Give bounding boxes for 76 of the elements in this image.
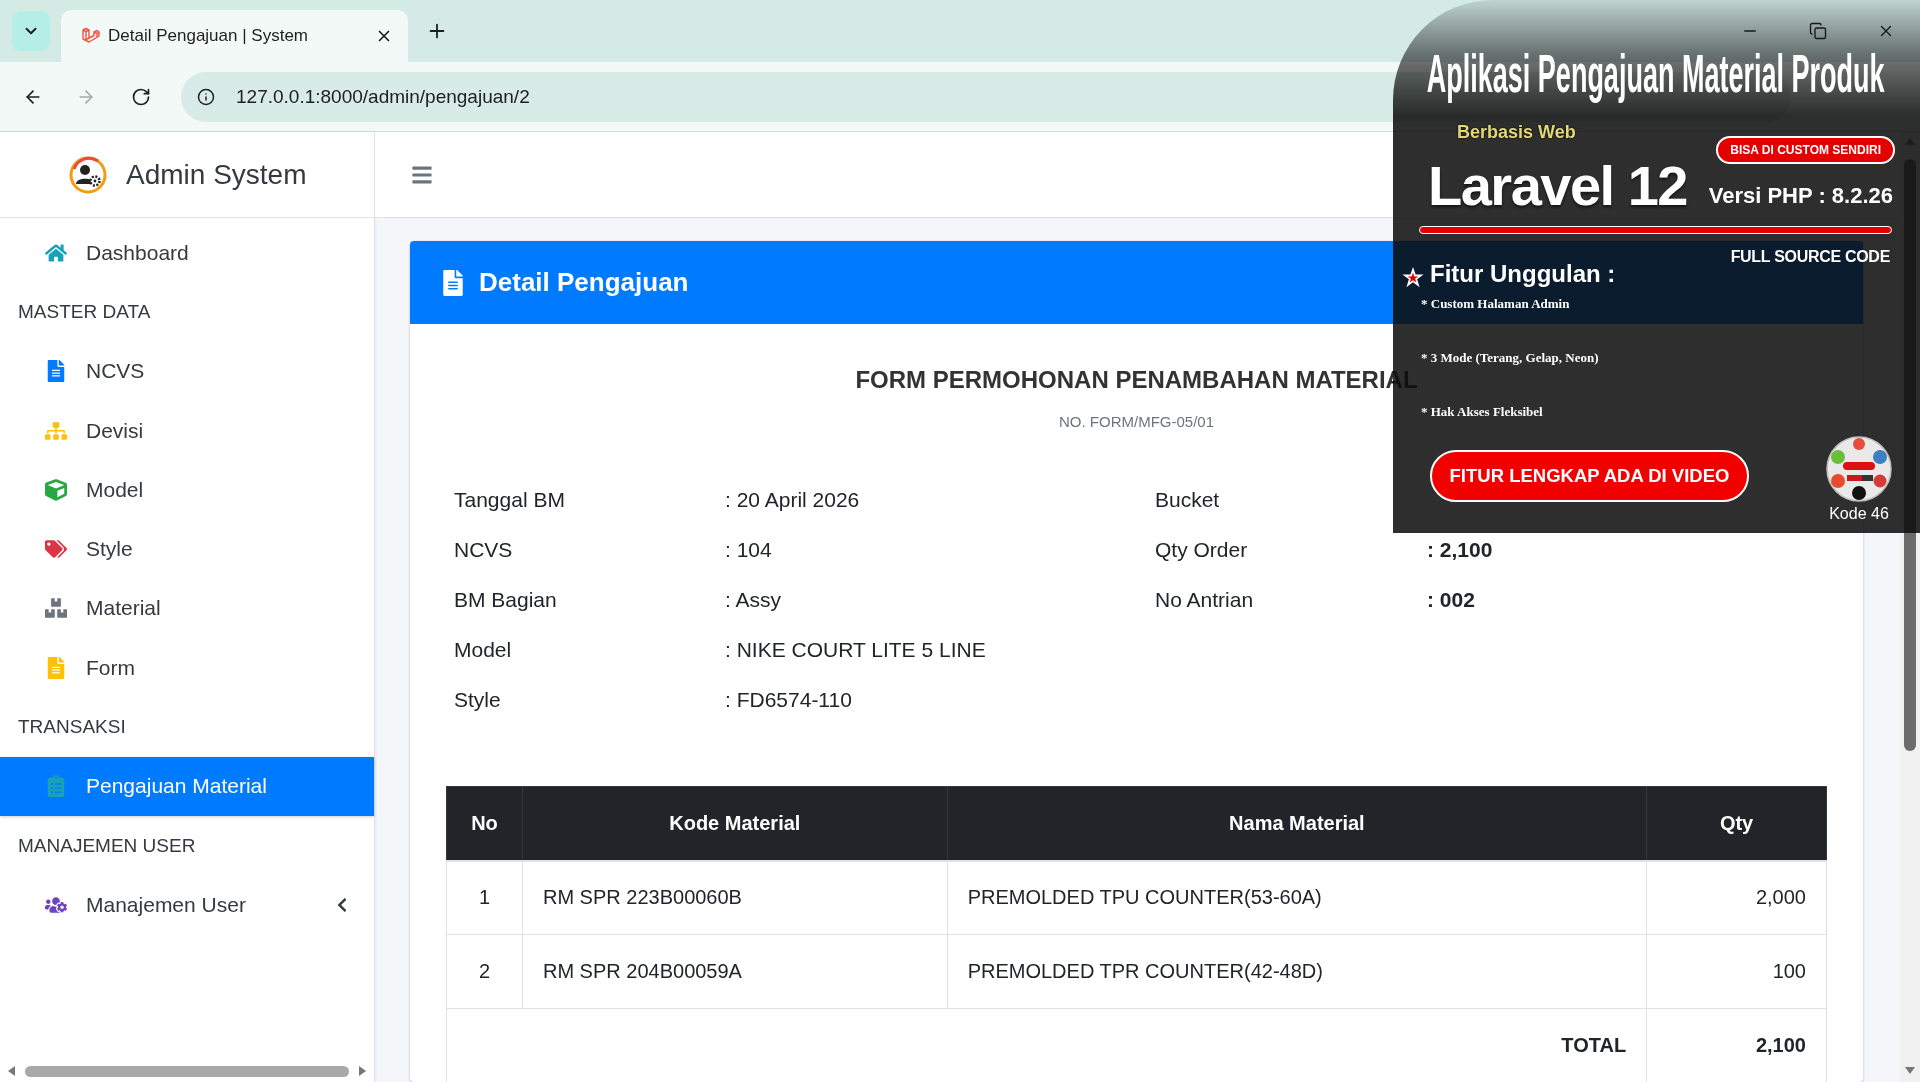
table-cell: 2,000	[1646, 860, 1827, 935]
restore-icon[interactable]	[1809, 22, 1827, 40]
scrollbar-thumb[interactable]	[1904, 159, 1916, 751]
field-label: Tanggal BM	[454, 488, 565, 512]
table-cell: PREMOLDED TPU COUNTER(53-60A)	[947, 860, 1647, 935]
scroll-down-icon[interactable]	[1905, 1067, 1915, 1074]
total-label: TOTAL	[446, 1008, 1647, 1082]
source-note: FULL SOURCE CODE	[1730, 248, 1890, 266]
table-cell: 2	[446, 934, 523, 1009]
field-label: No Antrian	[1155, 588, 1254, 612]
table-cell: RM SPR 204B00059A	[522, 934, 948, 1009]
document-icon	[45, 360, 67, 383]
nav-item[interactable]: Material	[0, 578, 374, 639]
nav-item[interactable]: Manajemen User	[0, 875, 374, 935]
nav-item[interactable]: Devisi	[0, 400, 374, 461]
field-value: : 104	[725, 538, 772, 562]
column-header: Qty	[1646, 786, 1827, 861]
nav-item[interactable]: Model	[0, 460, 374, 520]
table-cell: 1	[446, 860, 523, 935]
field-label: NCVS	[454, 538, 513, 562]
product-code: Kode 46	[1829, 503, 1889, 524]
nav-item[interactable]: Form	[0, 638, 374, 698]
nav-item[interactable]: Dashboard	[0, 223, 374, 283]
nav-item[interactable]: NCVS	[0, 341, 374, 401]
field-label: BM Bagian	[454, 588, 557, 612]
user-gear-logo-icon	[68, 154, 108, 195]
boxes-icon	[45, 597, 67, 620]
field-value: : 20 April 2026	[725, 488, 860, 512]
field-value: : NIKE COURT LITE 5 LINE	[725, 638, 986, 662]
table-cell: PREMOLDED TPR COUNTER(42-48D)	[947, 934, 1647, 1009]
document-icon	[440, 269, 466, 296]
reload-icon[interactable]	[131, 86, 151, 107]
feature-text: * Hak Akses Fleksibel	[1421, 404, 1543, 420]
field-label: Bucket	[1155, 488, 1220, 512]
field-value: : Assy	[725, 588, 782, 612]
column-header: Nama Material	[947, 786, 1647, 861]
info-icon[interactable]	[197, 87, 215, 106]
field-value: : FD6574-110	[725, 688, 852, 712]
brand-name: Admin System	[126, 158, 307, 191]
site-logo-icon	[82, 27, 100, 45]
field-label: Qty Order	[1155, 538, 1248, 562]
field-value: : 2,100	[1427, 538, 1493, 562]
scroll-left-icon[interactable]	[8, 1066, 15, 1076]
tags-icon	[45, 538, 67, 561]
table-cell: 100	[1646, 934, 1827, 1009]
php-version: Versi PHP : 8.2.26	[1708, 184, 1893, 208]
clipboard-list-icon	[45, 775, 67, 798]
document-icon	[45, 656, 67, 679]
emblem-icon	[1826, 436, 1892, 502]
section-header: MANAJEMEN USER	[17, 833, 197, 858]
scrollbar-thumb[interactable]	[25, 1065, 349, 1077]
table-cell: RM SPR 223B00060B	[522, 860, 948, 935]
feature-text: * 3 Mode (Terang, Gelap, Neon)	[1421, 350, 1599, 366]
card-title: Detail Pengajuan	[479, 267, 689, 298]
nav-item[interactable]: Style	[0, 519, 374, 579]
browser-tab[interactable]: Detail Pengajuan | System	[61, 10, 408, 62]
home-icon	[45, 241, 67, 264]
promo-badge: BISA DI CUSTOM SENDIRI	[1716, 136, 1895, 164]
form-number: NO. FORM/MFG-05/01	[1059, 412, 1214, 432]
field-value: : 002	[1427, 588, 1475, 612]
star-icon	[1402, 267, 1424, 288]
section-header: TRANSAKSI	[17, 715, 127, 739]
feature-text: * Custom Halaman Admin	[1421, 296, 1570, 312]
nav-item[interactable]: Pengajuan Material	[0, 756, 374, 816]
framework-name: Laravel 12	[1428, 156, 1687, 216]
scroll-right-icon[interactable]	[359, 1066, 366, 1076]
field-label: Style	[454, 688, 501, 712]
cube-icon	[45, 478, 67, 501]
column-header: Kode Material	[522, 786, 948, 861]
sitemap-icon	[45, 419, 67, 442]
cta-button[interactable]: FITUR LENGKAP ADA DI VIDEO	[1430, 450, 1749, 502]
field-label: Model	[454, 638, 512, 662]
promo-subtitle: Berbasis Web	[1457, 121, 1576, 143]
features-title: Fitur Unggulan :	[1430, 260, 1616, 288]
section-header: MASTER DATA	[17, 299, 152, 324]
column-header: No	[446, 786, 523, 861]
